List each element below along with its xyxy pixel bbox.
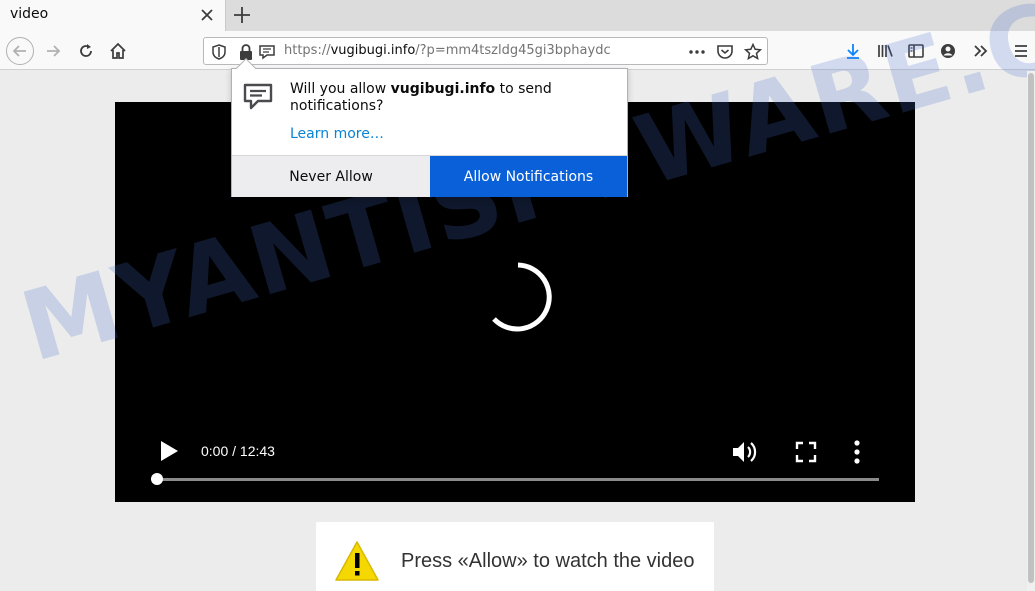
volume-icon[interactable] [730,438,758,466]
shield-icon[interactable] [210,43,228,61]
url-prefix: https:// [284,43,331,58]
notification-permission-popup: Will you allow vugibugi.info to send not… [231,58,628,197]
more-icon[interactable] [688,43,706,61]
menu-button[interactable] [1008,38,1034,64]
forward-arrow-icon [47,45,61,57]
scrollbar[interactable] [1027,71,1035,591]
tab-video[interactable]: video [0,0,226,31]
account-button[interactable] [935,38,961,64]
scrollbar-thumb[interactable] [1028,73,1034,583]
progress-scrubber[interactable] [151,473,163,485]
notification-icon[interactable] [258,43,276,61]
spinner-icon [492,262,552,332]
navigation-toolbar: https://vugibugi.info/?p=mm4tszldg45gi3b… [0,31,1035,70]
star-icon[interactable] [744,43,762,61]
reload-icon [80,44,92,57]
time-display: 0:00 / 12:43 [201,443,275,459]
download-icon [847,44,859,59]
menu-icon [1015,45,1027,57]
back-arrow-icon [12,45,26,57]
play-icon[interactable] [159,440,179,462]
home-button[interactable] [105,38,131,64]
popup-buttons: Never Allow Allow Notifications [232,155,627,197]
sidebar-icon [908,44,924,58]
home-icon [110,42,126,59]
tab-title: video [10,6,49,22]
popup-msg-before: Will you allow [290,81,391,97]
warning-icon [335,541,379,581]
fullscreen-icon[interactable] [792,438,820,466]
url-bar[interactable]: https://vugibugi.info/?p=mm4tszldg45gi3b… [203,37,768,65]
plus-icon[interactable] [231,4,253,26]
back-button[interactable] [6,37,34,65]
progress-bar[interactable] [157,478,879,481]
never-allow-button[interactable]: Never Allow [232,156,430,197]
url-host: vugibugi.info [330,43,416,58]
tab-strip: video [0,0,1035,31]
reload-button[interactable] [73,38,99,64]
library-icon [878,45,893,57]
downloads-button[interactable] [840,38,866,64]
forward-button[interactable] [40,38,66,64]
pocket-icon[interactable] [716,43,734,61]
library-button[interactable] [872,38,898,64]
url-path: /?p=mm4tszldg45gi3bphaydc [415,43,611,58]
kebab-icon[interactable] [843,438,871,466]
overflow-icon [974,45,988,57]
account-icon [941,44,955,58]
popup-message: Will you allow vugibugi.info to send not… [290,81,590,115]
url-text[interactable]: https://vugibugi.info/?p=mm4tszldg45gi3b… [284,43,611,58]
sidebar-button[interactable] [903,38,929,64]
learn-more-link[interactable]: Learn more… [290,126,384,142]
notice-text: Press «Allow» to watch the video [401,550,695,572]
close-icon[interactable] [198,6,216,24]
overflow-button[interactable] [968,38,994,64]
allow-notice: Press «Allow» to watch the video [316,522,714,591]
allow-notifications-button[interactable]: Allow Notifications [430,156,627,197]
popup-msg-host: vugibugi.info [390,81,496,97]
notification-icon [243,83,273,110]
